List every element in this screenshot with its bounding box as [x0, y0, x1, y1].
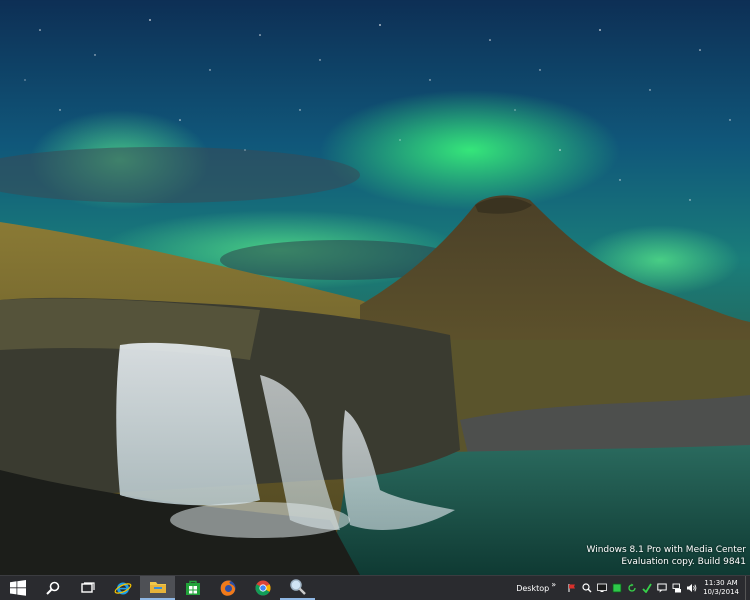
- taskbar-app-magnifier[interactable]: [280, 576, 315, 600]
- store-icon: [185, 580, 200, 595]
- internet-explorer-icon: [114, 582, 131, 595]
- taskbar-app-chrome[interactable]: [245, 576, 280, 600]
- taskbar-app-file-explorer[interactable]: [140, 576, 175, 600]
- clock[interactable]: 11:30 AM 10/3/2014: [703, 579, 739, 597]
- volume-icon[interactable]: [686, 583, 697, 594]
- evaluation-watermark: Windows 8.1 Pro with Media Center Evalua…: [587, 544, 747, 568]
- desktop[interactable]: Windows 8.1 Pro with Media Center Evalua…: [0, 0, 750, 575]
- windows-logo-icon: [9, 580, 26, 596]
- firefox-icon: [220, 580, 235, 596]
- taskbar-app-internet-explorer[interactable]: [105, 576, 140, 600]
- taskbar-app-store[interactable]: [175, 576, 210, 600]
- toolbar-chevron-icon[interactable]: »: [551, 580, 556, 589]
- wallpaper-aurora-mountain: [0, 0, 750, 575]
- magnifier-icon: [289, 579, 306, 595]
- desktop-toolbar-label[interactable]: Desktop: [516, 584, 549, 593]
- action-center-icon[interactable]: [656, 583, 667, 594]
- network-icon[interactable]: [671, 583, 682, 594]
- show-desktop-button[interactable]: [745, 576, 750, 600]
- clock-time: 11:30 AM: [704, 579, 738, 587]
- task-view-icon: [80, 582, 95, 593]
- green-app-icon[interactable]: [611, 583, 622, 594]
- search-icon: [45, 581, 59, 595]
- file-explorer-icon: [149, 582, 166, 593]
- clock-date: 10/3/2014: [703, 588, 739, 596]
- check-icon[interactable]: [641, 583, 652, 594]
- system-tray: Desktop » 11:30 AM 10/3/2014: [516, 576, 750, 600]
- watermark-edition: Windows 8.1 Pro with Media Center: [586, 545, 747, 555]
- taskbar: Desktop » 11:30 AM 10/3/2014: [0, 575, 750, 600]
- start-button[interactable]: [0, 576, 35, 600]
- chrome-icon: [254, 580, 271, 596]
- taskbar-app-firefox[interactable]: [210, 576, 245, 600]
- task-view-button[interactable]: [70, 576, 105, 600]
- tray-magnifier-icon[interactable]: [581, 583, 592, 594]
- monitor-icon[interactable]: [596, 583, 607, 594]
- refresh-icon[interactable]: [626, 583, 637, 594]
- flag-icon[interactable]: [566, 583, 577, 594]
- watermark-build: Evaluation copy. Build 9841: [621, 557, 746, 567]
- search-button[interactable]: [35, 576, 70, 600]
